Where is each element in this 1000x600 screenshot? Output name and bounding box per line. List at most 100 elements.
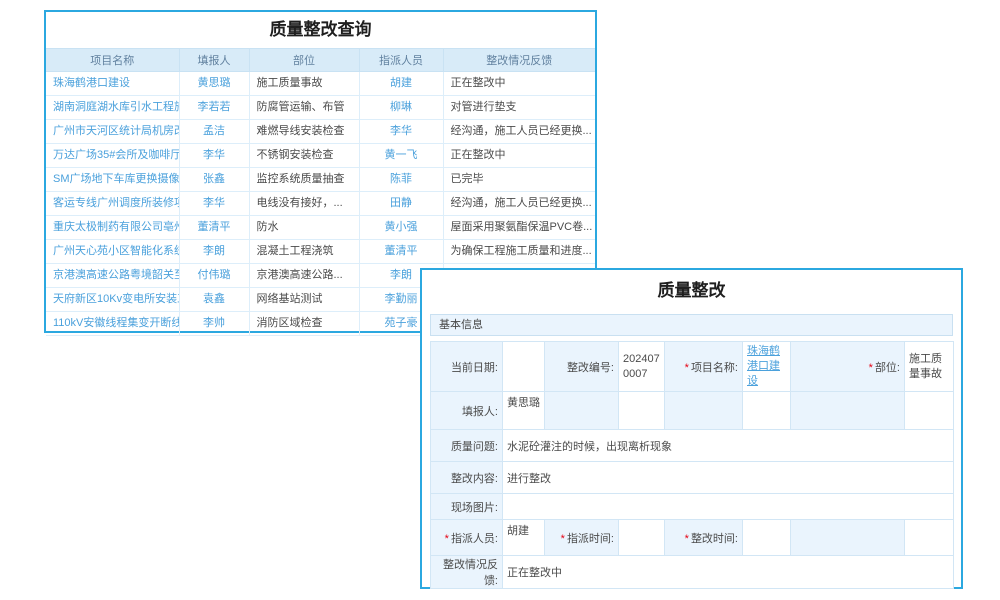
- part-value: 施工质量事故: [905, 342, 954, 392]
- rectification-content-value: 进行整改: [503, 462, 954, 494]
- part-cell: 京港澳高速公路...: [249, 264, 359, 288]
- column-header-project: 项目名称: [46, 49, 179, 72]
- empty-value-cell: [619, 392, 665, 430]
- project-cell[interactable]: 广州天心苑小区智能化系统: [46, 240, 179, 264]
- feedback-cell: 正在整改中: [443, 72, 595, 96]
- column-header-part: 部位: [249, 49, 359, 72]
- project-cell[interactable]: 天府新区10Kv变电所安装工程: [46, 288, 179, 312]
- part-cell: 混凝土工程浇筑: [249, 240, 359, 264]
- part-cell: 不锈钢安装检查: [249, 144, 359, 168]
- assignee-cell: 董清平: [359, 240, 443, 264]
- quality-issue-value: 水泥砼灌注的时候，出现离析现象: [503, 430, 954, 462]
- table-row: 广州天心苑小区智能化系统李朗混凝土工程浇筑董清平为确保工程施工质量和进度...: [46, 240, 595, 264]
- site-photo-area[interactable]: [503, 494, 954, 520]
- form-row-assignment: *指派人员: 胡建 *指派时间: *整改时间:: [431, 520, 954, 556]
- page-background: 质量整改查询 项目名称 填报人 部位 指派人员 整改情况反馈 珠海鹤港口建设黄思…: [0, 0, 1000, 600]
- feedback-cell: 经沟通，施工人员已经更换...: [443, 192, 595, 216]
- table-row: 广州市天河区统计局机房改造孟洁难燃导线安装检查李华经沟通，施工人员已经更换...: [46, 120, 595, 144]
- part-cell: 难燃导线安装检查: [249, 120, 359, 144]
- rectification-number-label: 整改编号:: [545, 342, 619, 392]
- assignee-cell: 李华: [359, 120, 443, 144]
- reporter-label: 填报人:: [431, 392, 503, 430]
- reporter-cell: 李朗: [179, 240, 249, 264]
- column-header-feedback: 整改情况反馈: [443, 49, 595, 72]
- required-marker: *: [685, 533, 689, 545]
- current-date-label: 当前日期:: [431, 342, 503, 392]
- empty-label-cell: [545, 392, 619, 430]
- project-cell[interactable]: 万达广场35#会所及咖啡厅装修: [46, 144, 179, 168]
- project-link[interactable]: 珠海鹤港口建设: [747, 345, 780, 387]
- assignee-cell: 田静: [359, 192, 443, 216]
- assignee-label: *指派人员:: [431, 520, 503, 556]
- reporter-cell: 董清平: [179, 216, 249, 240]
- column-header-assignee: 指派人员: [359, 49, 443, 72]
- assignee-cell: 胡建: [359, 72, 443, 96]
- table-row: 湖南洞庭湖水库引水工程施工李若若防腐管运输、布管柳琳对管进行垫支: [46, 96, 595, 120]
- project-cell[interactable]: 湖南洞庭湖水库引水工程施工: [46, 96, 179, 120]
- quality-rectification-form-panel: 质量整改 基本信息 当前日期: 整改编号: 2024070007 *项目名称: …: [420, 268, 963, 589]
- table-row: 珠海鹤港口建设黄思璐施工质量事故胡建正在整改中: [46, 72, 595, 96]
- part-cell: 监控系统质量抽查: [249, 168, 359, 192]
- part-cell: 网络基站测试: [249, 288, 359, 312]
- project-cell[interactable]: 京港澳高速公路粤境韶关至广州段: [46, 264, 179, 288]
- reporter-cell: 李华: [179, 144, 249, 168]
- current-date-value[interactable]: [503, 342, 545, 392]
- project-cell[interactable]: 重庆太极制药有限公司亳州分公司: [46, 216, 179, 240]
- feedback-label: 整改情况反馈:: [431, 556, 503, 589]
- form-row-feedback: 整改情况反馈: 正在整改中: [431, 556, 954, 589]
- part-cell: 施工质量事故: [249, 72, 359, 96]
- assignee-value: 胡建: [503, 520, 545, 556]
- required-marker: *: [685, 362, 689, 374]
- empty-value-cell: [905, 392, 954, 430]
- reporter-cell: 付伟璐: [179, 264, 249, 288]
- reporter-cell: 张鑫: [179, 168, 249, 192]
- empty-label-cell: [791, 520, 905, 556]
- site-photo-label: 现场图片:: [431, 494, 503, 520]
- assignee-cell: 黄一飞: [359, 144, 443, 168]
- feedback-value: 正在整改中: [503, 556, 954, 589]
- table-row: SM广场地下车库更换摄像头张鑫监控系统质量抽查陈菲已完毕: [46, 168, 595, 192]
- column-header-reporter: 填报人: [179, 49, 249, 72]
- part-cell: 电线没有接好，...: [249, 192, 359, 216]
- reporter-cell: 李帅: [179, 312, 249, 336]
- table-row: 万达广场35#会所及咖啡厅装修李华不锈钢安装检查黄一飞正在整改中: [46, 144, 595, 168]
- empty-value-cell: [905, 520, 954, 556]
- part-cell: 消防区域检查: [249, 312, 359, 336]
- project-cell[interactable]: SM广场地下车库更换摄像头: [46, 168, 179, 192]
- rectify-time-value[interactable]: [743, 520, 791, 556]
- quality-issue-label: 质量问题:: [431, 430, 503, 462]
- table-row: 客运专线广州调度所装修项目李华电线没有接好，...田静经沟通，施工人员已经更换.…: [46, 192, 595, 216]
- project-cell[interactable]: 广州市天河区统计局机房改造: [46, 120, 179, 144]
- assign-time-value[interactable]: [619, 520, 665, 556]
- required-marker: *: [445, 533, 449, 545]
- required-marker: *: [561, 533, 565, 545]
- assign-time-label: *指派时间:: [545, 520, 619, 556]
- assignee-cell: 黄小强: [359, 216, 443, 240]
- basic-info-section-header: 基本信息: [430, 314, 953, 336]
- reporter-cell: 李华: [179, 192, 249, 216]
- form-row-content: 整改内容: 进行整改: [431, 462, 954, 494]
- assignee-cell: 陈菲: [359, 168, 443, 192]
- assignee-cell: 柳琳: [359, 96, 443, 120]
- required-marker: *: [869, 362, 873, 374]
- form-row-photo: 现场图片:: [431, 494, 954, 520]
- project-cell[interactable]: 客运专线广州调度所装修项目: [46, 192, 179, 216]
- form-panel-title: 质量整改: [422, 270, 961, 308]
- empty-label-cell: [791, 392, 905, 430]
- reporter-value: 黄思璐: [503, 392, 545, 430]
- project-name-value: 珠海鹤港口建设: [743, 342, 791, 392]
- query-table-header: 项目名称 填报人 部位 指派人员 整改情况反馈: [46, 49, 595, 72]
- feedback-cell: 屋面采用聚氨酯保温PVC卷...: [443, 216, 595, 240]
- rectification-form-table: 当前日期: 整改编号: 2024070007 *项目名称: 珠海鹤港口建设 *部…: [430, 341, 954, 589]
- form-row-header-info: 当前日期: 整改编号: 2024070007 *项目名称: 珠海鹤港口建设 *部…: [431, 342, 954, 392]
- empty-value-cell: [743, 392, 791, 430]
- project-cell[interactable]: 珠海鹤港口建设: [46, 72, 179, 96]
- table-row: 重庆太极制药有限公司亳州分公司董清平防水黄小强屋面采用聚氨酯保温PVC卷...: [46, 216, 595, 240]
- reporter-cell: 黄思璐: [179, 72, 249, 96]
- project-cell[interactable]: 110kV安徽线程集变开断线路: [46, 312, 179, 336]
- reporter-cell: 袁鑫: [179, 288, 249, 312]
- rectification-content-label: 整改内容:: [431, 462, 503, 494]
- project-name-label: *项目名称:: [665, 342, 743, 392]
- rectification-number-value: 2024070007: [619, 342, 665, 392]
- rectify-time-label: *整改时间:: [665, 520, 743, 556]
